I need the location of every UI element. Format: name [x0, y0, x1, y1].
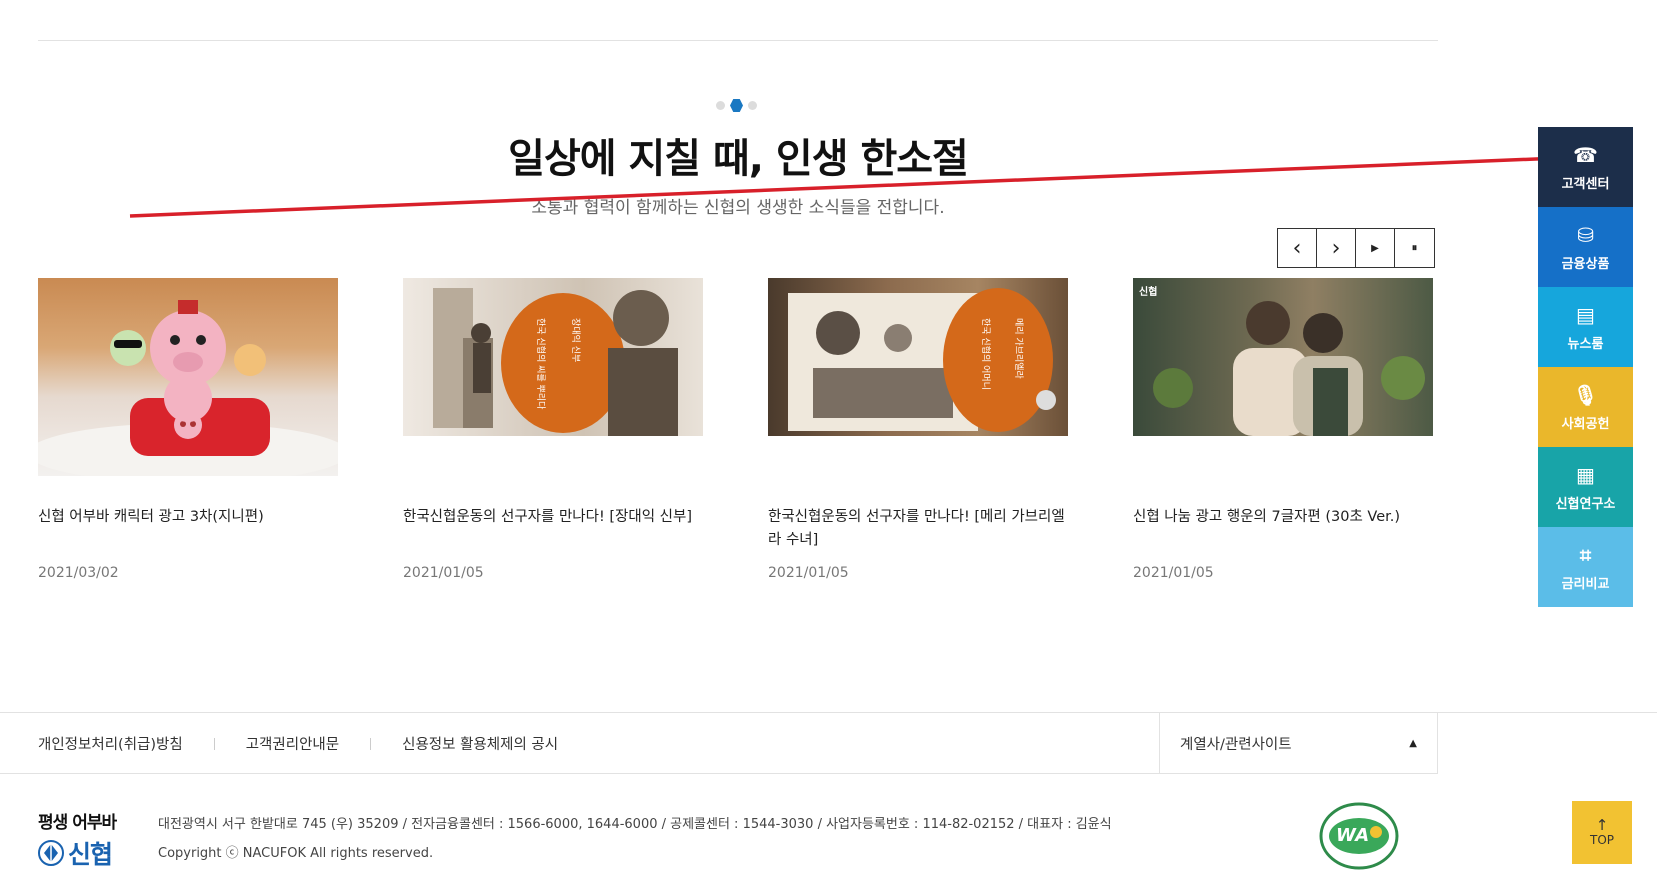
wa-badge-label: WA — [1336, 825, 1370, 846]
card-date: 2021/01/05 — [768, 565, 849, 581]
play-icon: ▶ — [1371, 242, 1379, 254]
flower-shop-photo — [1153, 301, 1425, 436]
customer-rights-link[interactable]: 고객권리안내문 — [246, 733, 339, 754]
pager-dot[interactable] — [716, 101, 725, 110]
chevron-right-icon: › — [1331, 235, 1341, 261]
news-card[interactable]: 한국 신협의 씨를 뿌리다 장대익 신부 한국신협운동의 선구자를 만나다! [… — [403, 278, 703, 581]
card-title[interactable]: 한국신협운동의 선구자를 만나다! [장대익 신부] — [403, 506, 703, 529]
shinhyup-emblem-icon — [38, 840, 64, 866]
phone-icon: ☎ — [1573, 142, 1598, 167]
card-title[interactable]: 한국신협운동의 선구자를 만나다! [메리 가브리엘라 수녀] — [768, 506, 1068, 552]
footer-divider-2 — [0, 773, 1437, 774]
svg-text:장대익 신부: 장대익 신부 — [570, 318, 582, 362]
news-card[interactable]: 한국 신협의 어머니 메리 가브리엘라 한국신협운동의 선구자를 만나다! [메… — [768, 278, 1068, 581]
family-site-label: 계열사/관련사이트 — [1180, 736, 1292, 753]
credit-info-link[interactable]: 신용정보 활용체제의 공시 — [402, 733, 558, 754]
pig-character-illustration — [38, 300, 338, 476]
top-category-edges — [370, 0, 1370, 4]
quick-menu-label: 금리비교 — [1561, 576, 1610, 592]
news-card[interactable]: 신협 신협 나눔 광고 행운의 7글자편 (30초 Ver.) 2021/01/… — [1133, 278, 1433, 581]
logo-slogan: 평생 어부바 — [38, 813, 117, 833]
card-date: 2021/01/05 — [1133, 565, 1214, 581]
quick-menu-label: 고객센터 — [1561, 176, 1610, 192]
card-thumbnail[interactable]: 한국 신협의 어머니 메리 가브리엘라 — [768, 278, 1068, 436]
footer-links: 개인정보처리(취급)방침 고객권리안내문 신용정보 활용체제의 공시 — [38, 733, 558, 754]
pause-icon: ⏸ — [1411, 241, 1418, 254]
prev-button[interactable]: ‹ — [1278, 229, 1317, 267]
section-subtitle: 소통과 협력이 함께하는 신협의 생생한 소식들을 전합니다. — [531, 198, 945, 218]
caret-up-icon: ▲ — [1409, 737, 1417, 749]
family-site-select[interactable]: 계열사/관련사이트 ▲ — [1159, 712, 1438, 774]
pause-button[interactable]: ⏸ — [1395, 229, 1434, 267]
pager-dot-active[interactable] — [730, 99, 743, 112]
sketch-easel-illustration: 한국 신협의 어머니 메리 가브리엘라 — [788, 288, 1056, 432]
privacy-policy-link[interactable]: 개인정보처리(취급)방침 — [38, 733, 183, 754]
top-label: TOP — [1589, 833, 1614, 847]
microphone-icon: 🎙 — [1572, 382, 1599, 407]
arrow-up-icon: ↑ — [1595, 816, 1609, 834]
footer-logo[interactable]: 평생 어부바 신협 — [38, 808, 138, 871]
money-bag-icon: ⛁ — [1577, 222, 1594, 247]
quick-menu: ☎ 고객센터 ⛁ 금융상품 ▤ 뉴스룸 🎙 사회공헌 ▦ 신협연구소 ⌗ 금리비… — [1538, 127, 1633, 607]
quick-menu-social-contribution[interactable]: 🎙 사회공헌 — [1538, 367, 1633, 447]
quick-menu-customer-center[interactable]: ☎ 고객센터 — [1538, 127, 1633, 207]
slider-controls: ‹ › ▶ ⏸ — [1277, 228, 1435, 268]
card-date: 2021/01/05 — [403, 565, 484, 581]
copyright: Copyright ⓒ NACUFOK All rights reserved. — [158, 846, 434, 861]
news-card[interactable]: 신협 어부바 캐릭터 광고 3차(지니편) 2021/03/02 — [38, 278, 338, 581]
card-thumbnail[interactable]: 신협 — [1133, 278, 1433, 436]
svg-text:한국 신협의 씨를 뿌리다: 한국 신협의 씨를 뿌리다 — [535, 318, 547, 410]
card-date: 2021/03/02 — [38, 565, 119, 581]
quick-menu-research-institute[interactable]: ▦ 신협연구소 — [1538, 447, 1633, 527]
quick-menu-label: 뉴스룸 — [1567, 336, 1604, 352]
quick-menu-rate-comparison[interactable]: ⌗ 금리비교 — [1538, 527, 1633, 607]
pager-dot[interactable] — [748, 101, 757, 110]
section-pager — [716, 99, 757, 112]
quick-menu-label: 금융상품 — [1561, 256, 1610, 272]
company-info: 대전광역시 서구 한밭대로 745 (우) 35209 / 전자금융콜센터 : … — [158, 817, 1112, 832]
link-separator — [370, 737, 372, 750]
quick-menu-newsroom[interactable]: ▤ 뉴스룸 — [1538, 287, 1633, 367]
play-button[interactable]: ▶ — [1356, 229, 1395, 267]
quick-menu-financial-products[interactable]: ⛁ 금융상품 — [1538, 207, 1633, 287]
card-title[interactable]: 신협 어부바 캐릭터 광고 3차(지니편) — [38, 506, 338, 529]
svg-text:한국 신협의 어머니: 한국 신협의 어머니 — [980, 318, 992, 390]
card-thumbnail[interactable]: 한국 신협의 씨를 뿌리다 장대익 신부 — [403, 278, 703, 436]
shinhyup-logo-badge: 신협 — [1139, 287, 1158, 298]
card-thumbnail[interactable] — [38, 278, 338, 476]
web-accessibility-mark: WA — [1318, 800, 1400, 872]
logo-name: 신협 — [68, 840, 113, 869]
pioneer-illustration: 한국 신협의 씨를 뿌리다 장대익 신부 — [433, 288, 678, 436]
section-title: 일상에 지칠 때, 인생 한소절 — [508, 136, 969, 182]
link-separator — [213, 737, 215, 750]
quick-menu-label: 신협연구소 — [1555, 496, 1616, 512]
scroll-top-button[interactable]: ↑ TOP — [1572, 801, 1632, 864]
card-title[interactable]: 신협 나눔 광고 행운의 7글자편 (30초 Ver.) — [1133, 506, 1433, 529]
quick-menu-label: 사회공헌 — [1561, 416, 1610, 432]
chevron-left-icon: ‹ — [1292, 235, 1302, 261]
svg-text:메리 가브리엘라: 메리 가브리엘라 — [1013, 318, 1024, 380]
news-icon: ▤ — [1576, 302, 1595, 327]
next-button[interactable]: › — [1317, 229, 1356, 267]
chart-board-icon: ⌗ — [1579, 542, 1592, 567]
top-divider — [38, 40, 1438, 41]
building-icon: ▦ — [1576, 462, 1595, 487]
